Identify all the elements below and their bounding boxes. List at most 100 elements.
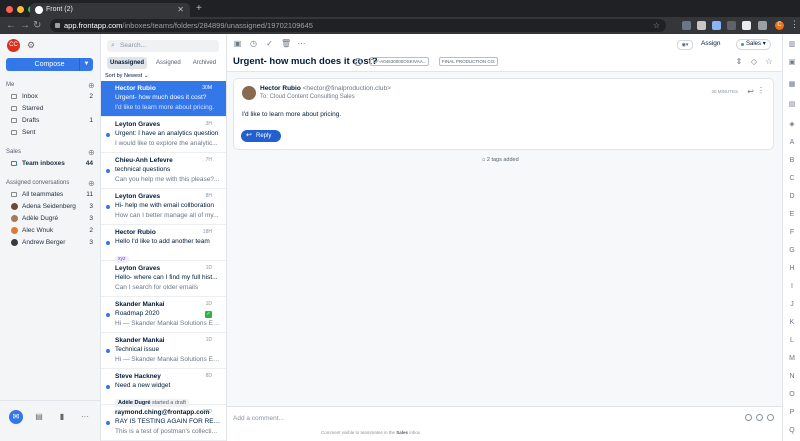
chevron-down-icon[interactable]: ▼: [79, 58, 93, 71]
conversation-item[interactable]: Leyton Graves 3H Urgent: I have an analy…: [101, 117, 226, 153]
reply-button[interactable]: ↩ Reply: [241, 130, 281, 142]
inbox-icon[interactable]: ✉: [9, 410, 23, 424]
more-icon[interactable]: ⋮: [757, 86, 765, 95]
tag-icon[interactable]: ◇: [749, 57, 759, 68]
conversation-item[interactable]: Hector Rubio 30M Urgent- how much does i…: [101, 81, 226, 117]
nav-item-drafts[interactable]: Drafts 1: [6, 115, 95, 126]
profile-avatar[interactable]: C: [775, 21, 784, 30]
attach-icon[interactable]: [767, 414, 774, 421]
reply-icon[interactable]: ↩: [747, 87, 754, 96]
contact-icon[interactable]: ▣: [783, 58, 800, 66]
rail-letter-b[interactable]: B: [783, 157, 800, 164]
front-favicon-icon: [35, 6, 43, 14]
rail-letter-f[interactable]: F: [783, 229, 800, 236]
profile-icon[interactable]: ▤: [783, 100, 800, 108]
rail-letter-i[interactable]: I: [783, 283, 800, 290]
nav-item-inbox[interactable]: Inbox 2: [6, 91, 95, 102]
rail-letter-l[interactable]: L: [783, 337, 800, 344]
account-badge[interactable]: FINAL PRODUCTION CO.: [439, 57, 499, 66]
rail-letter-n[interactable]: N: [783, 373, 800, 380]
emoji-icon[interactable]: [756, 414, 763, 421]
snooze-icon[interactable]: ◷: [249, 39, 258, 48]
nav-item-team-inboxes[interactable]: Team inboxes 44: [6, 158, 95, 169]
inbox-selector[interactable]: Sales ▾: [736, 39, 771, 50]
assign-button[interactable]: Assign: [701, 40, 721, 47]
more-icon[interactable]: ⋯: [297, 39, 306, 48]
comment-composer[interactable]: Add a comment... Comment visible to team…: [227, 406, 782, 441]
conversation-item[interactable]: Leyton Graves 1D Hello- where can I find…: [101, 261, 226, 297]
extension-icon[interactable]: [727, 21, 736, 30]
browser-tab[interactable]: Front (2) ✕: [30, 3, 190, 17]
add-icon[interactable]: ⊕: [88, 148, 95, 157]
add-icon[interactable]: ⊕: [88, 81, 95, 90]
rail-letter-h[interactable]: H: [783, 265, 800, 272]
nav-item-starred[interactable]: Starred: [6, 103, 95, 114]
address-bar[interactable]: app.frontapp.com/inboxes/teams/folders/2…: [50, 19, 666, 32]
sidebar-toggle-icon[interactable]: ▥: [783, 40, 800, 48]
reload-icon[interactable]: ↻: [33, 19, 41, 32]
rail-letter-c[interactable]: C: [783, 175, 800, 182]
minimize-window-button[interactable]: [17, 6, 24, 13]
rail-letter-d[interactable]: D: [783, 193, 800, 200]
expand-icon[interactable]: ⇕: [734, 57, 744, 68]
archive-icon[interactable]: ▣: [233, 39, 242, 48]
back-icon[interactable]: ←: [6, 19, 16, 32]
star-icon[interactable]: ☆: [764, 57, 774, 68]
forward-icon[interactable]: →: [20, 19, 30, 32]
extension-icon[interactable]: [742, 21, 751, 30]
integration-icon[interactable]: ◈: [783, 120, 800, 128]
comment-input[interactable]: Add a comment...: [233, 415, 284, 422]
trash-icon[interactable]: 🗑: [281, 39, 291, 48]
nav-item-teammate[interactable]: Alec Wnuk 2: [6, 225, 95, 236]
rail-letter-a[interactable]: A: [783, 139, 800, 146]
conversation-item[interactable]: Chieu-Anh Lefevre 7H technical questions…: [101, 153, 226, 189]
rail-letter-k[interactable]: K: [783, 319, 800, 326]
info-icon[interactable]: i: [354, 58, 362, 66]
done-icon[interactable]: ✓: [265, 39, 274, 48]
browser-menu-icon[interactable]: ⋮: [790, 19, 799, 30]
add-icon[interactable]: ⊕: [88, 179, 95, 188]
calendar-icon[interactable]: ▦: [783, 80, 800, 88]
search-input[interactable]: ⌕ Search...: [107, 40, 219, 52]
nav-item-sent[interactable]: Sent: [6, 127, 95, 138]
extension-icon[interactable]: [682, 21, 691, 30]
rail-letter-j[interactable]: J: [783, 301, 800, 308]
compose-button[interactable]: Compose ▼: [6, 58, 93, 71]
conversation-item[interactable]: Skander Mankai 1D Technical issue Hi — S…: [101, 333, 226, 369]
extension-icon[interactable]: [712, 21, 721, 30]
puzzle-icon[interactable]: [758, 21, 767, 30]
nav-item-teammate[interactable]: Adena Seidenberg 3: [6, 201, 95, 212]
mention-icon[interactable]: [745, 414, 752, 421]
close-window-button[interactable]: [6, 6, 13, 13]
more-icon[interactable]: ···: [78, 410, 92, 424]
conversation-item[interactable]: Skander Mankai 1D ✓ Roadmap 2020 Hi — Sk…: [101, 297, 226, 333]
conversation-item[interactable]: Steve Hackney 8D Need a new widget Adèle…: [101, 369, 226, 407]
rail-letter-o[interactable]: O: [783, 391, 800, 398]
user-avatar[interactable]: CC: [7, 39, 20, 52]
sort-dropdown[interactable]: Sort by Newest ⌄: [105, 73, 148, 79]
assignee-selector[interactable]: ◉▾: [677, 40, 693, 50]
bookmark-star-icon[interactable]: ☆: [653, 19, 660, 32]
rail-letter-e[interactable]: E: [783, 211, 800, 218]
calendar-icon[interactable]: ▤: [32, 410, 46, 424]
extension-icon[interactable]: [697, 21, 706, 30]
conversation-item[interactable]: Leyton Graves 8H Hi- help me with email …: [101, 189, 226, 225]
analytics-icon[interactable]: ▮: [55, 410, 69, 424]
rail-letter-p[interactable]: P: [783, 409, 800, 416]
nav-item-teammate[interactable]: Adèle Dugré 3: [6, 213, 95, 224]
rail-letter-q[interactable]: Q: [783, 427, 800, 434]
tab-assigned[interactable]: Assigned: [153, 57, 184, 69]
new-tab-button[interactable]: +: [196, 3, 202, 15]
nav-item-all-teammates[interactable]: All teammates 11: [6, 189, 95, 200]
tab-archived[interactable]: Archived: [190, 57, 219, 69]
rail-letter-g[interactable]: G: [783, 247, 800, 254]
conversation-item[interactable]: raymond.ching@frontapp.com 13D RAY IS TE…: [101, 405, 226, 441]
salesforce-badge[interactable]: SF-A04630000OSKIVAA...: [370, 57, 430, 66]
rail-letter-m[interactable]: M: [783, 355, 800, 362]
close-tab-icon[interactable]: ✕: [177, 3, 184, 17]
tab-unassigned[interactable]: Unassigned: [107, 57, 148, 69]
nav-item-teammate[interactable]: Andrew Berger 3: [6, 237, 95, 248]
browser-toolbar: ← → ↻ app.frontapp.com/inboxes/teams/fol…: [0, 17, 800, 34]
conversation-item[interactable]: Hector Rubio 18H Hello I'd like to add a…: [101, 225, 226, 263]
gear-icon[interactable]: ⚙: [27, 40, 35, 51]
